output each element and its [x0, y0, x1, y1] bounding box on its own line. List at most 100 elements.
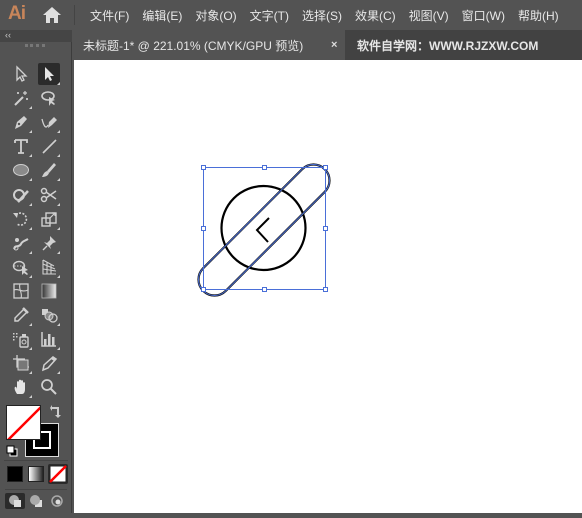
ellipse-tool[interactable]	[10, 159, 32, 182]
document-tab[interactable]: 未标题-1* @ 221.01% (CMYK/GPU 预览)	[73, 30, 345, 60]
menu-object[interactable]: 对象(O)	[195, 7, 236, 24]
artboard-icon	[13, 355, 29, 371]
menu-type[interactable]: 文字(T)	[250, 7, 289, 24]
tool-group-indicator	[29, 250, 32, 254]
hand-tool[interactable]	[10, 376, 32, 399]
solid-arrow-icon	[45, 67, 54, 81]
zoom-tool[interactable]	[38, 376, 60, 398]
slice-tool[interactable]	[38, 352, 60, 375]
draw-inside-icon	[51, 495, 63, 507]
tool-group-indicator	[57, 250, 60, 254]
default-fill-stroke-icon[interactable]	[6, 445, 18, 457]
rotate-icon	[13, 211, 28, 226]
color-mode-button[interactable]	[7, 466, 23, 482]
tool-group-indicator	[57, 226, 60, 230]
tool-group-indicator	[57, 82, 60, 85]
gradient-tool[interactable]	[38, 280, 60, 302]
artboard-canvas[interactable]	[74, 60, 582, 513]
chevron-left-shape[interactable]	[255, 217, 270, 243]
draw-behind-button[interactable]	[27, 493, 45, 509]
swap-fill-stroke-icon[interactable]	[50, 404, 62, 418]
home-icon[interactable]	[42, 6, 62, 24]
lasso-icon	[41, 91, 55, 107]
ellipse-icon	[13, 164, 29, 177]
gradient-icon	[41, 283, 57, 299]
magic-wand-tool[interactable]	[10, 87, 32, 110]
artboard-tool[interactable]	[10, 352, 32, 375]
lasso-tool[interactable]	[38, 87, 60, 109]
menu-file[interactable]: 文件(F)	[90, 7, 129, 24]
selection-tool[interactable]	[38, 63, 60, 85]
draw-inside-button[interactable]	[48, 493, 66, 509]
artwork	[192, 158, 336, 302]
symbol-sprayer-icon	[13, 333, 29, 348]
shape-builder-tool[interactable]	[10, 256, 32, 278]
warp-tool[interactable]	[10, 232, 32, 254]
scale-icon	[41, 211, 57, 227]
menu-effect[interactable]: 效果(C)	[355, 7, 396, 24]
gradient-mode-button[interactable]	[28, 466, 44, 482]
tool-group-indicator	[57, 323, 60, 326]
none-mode-button[interactable]	[48, 464, 68, 484]
handle-top-middle[interactable]	[262, 165, 267, 170]
tool-group-indicator	[29, 106, 32, 110]
tool-group-indicator	[29, 347, 32, 351]
symbol-sprayer-tool[interactable]	[10, 328, 32, 351]
curvature-tool[interactable]	[38, 111, 60, 134]
line-tool[interactable]	[38, 135, 60, 158]
scissors-icon	[40, 187, 57, 202]
fill-swatch-none[interactable]	[6, 405, 41, 440]
collapse-panel-button[interactable]: ‹‹	[5, 30, 11, 40]
handle-bottom-left[interactable]	[201, 287, 206, 292]
draw-behind-icon	[30, 495, 42, 507]
circle-shape[interactable]	[220, 184, 307, 272]
close-tab-button[interactable]: ×	[331, 30, 337, 60]
handle-top-left[interactable]	[201, 165, 206, 170]
pin-icon	[42, 235, 56, 251]
drawing-modes-row	[5, 489, 67, 509]
eyedropper-tool[interactable]	[10, 304, 32, 326]
handle-middle-right[interactable]	[323, 226, 328, 231]
magnifier-icon	[41, 379, 57, 396]
warp-icon	[13, 237, 29, 251]
rotate-tool[interactable]	[10, 208, 32, 230]
menu-edit[interactable]: 编辑(E)	[142, 7, 182, 24]
handle-bottom-middle[interactable]	[262, 287, 267, 292]
pill-shape-group[interactable]	[192, 158, 336, 302]
shape-builder-icon	[12, 260, 28, 275]
perspective-grid-tool[interactable]	[38, 256, 60, 278]
column-graph-tool[interactable]	[38, 328, 60, 351]
tool-group-indicator	[57, 371, 60, 375]
panel-grip[interactable]	[25, 44, 45, 47]
tool-group-indicator	[29, 202, 32, 206]
pill-shape[interactable]	[192, 158, 336, 302]
paintbrush-tool[interactable]	[38, 159, 60, 182]
tool-group-indicator	[57, 347, 60, 351]
tool-group-indicator	[29, 323, 32, 326]
scale-tool[interactable]	[38, 208, 60, 230]
direct-selection-tool[interactable]	[10, 63, 32, 85]
scissors-tool[interactable]	[38, 184, 60, 206]
handle-top-right[interactable]	[323, 165, 328, 170]
blend-icon	[42, 309, 58, 323]
menu-window[interactable]: 窗口(W)	[462, 7, 505, 24]
puppet-warp-tool[interactable]	[38, 232, 60, 254]
handle-bottom-right[interactable]	[323, 287, 328, 292]
mesh-tool[interactable]	[10, 280, 32, 302]
menu-view[interactable]: 视图(V)	[409, 7, 449, 24]
tool-group-indicator	[29, 178, 32, 182]
perspective-grid-icon	[42, 259, 57, 275]
menu-select[interactable]: 选择(S)	[302, 7, 342, 24]
pill-selection-outline	[198, 164, 330, 296]
type-icon	[14, 139, 28, 155]
hand-icon	[14, 380, 25, 395]
blend-tool[interactable]	[38, 304, 60, 326]
pen-tool[interactable]	[10, 111, 32, 134]
app-logo: Ai	[8, 3, 26, 24]
menu-help[interactable]: 帮助(H)	[518, 7, 559, 24]
type-tool[interactable]	[10, 135, 32, 158]
handle-middle-left[interactable]	[201, 226, 206, 231]
draw-normal-button[interactable]	[5, 493, 25, 509]
none-slash-icon	[7, 406, 40, 439]
shaper-tool[interactable]	[10, 184, 32, 206]
